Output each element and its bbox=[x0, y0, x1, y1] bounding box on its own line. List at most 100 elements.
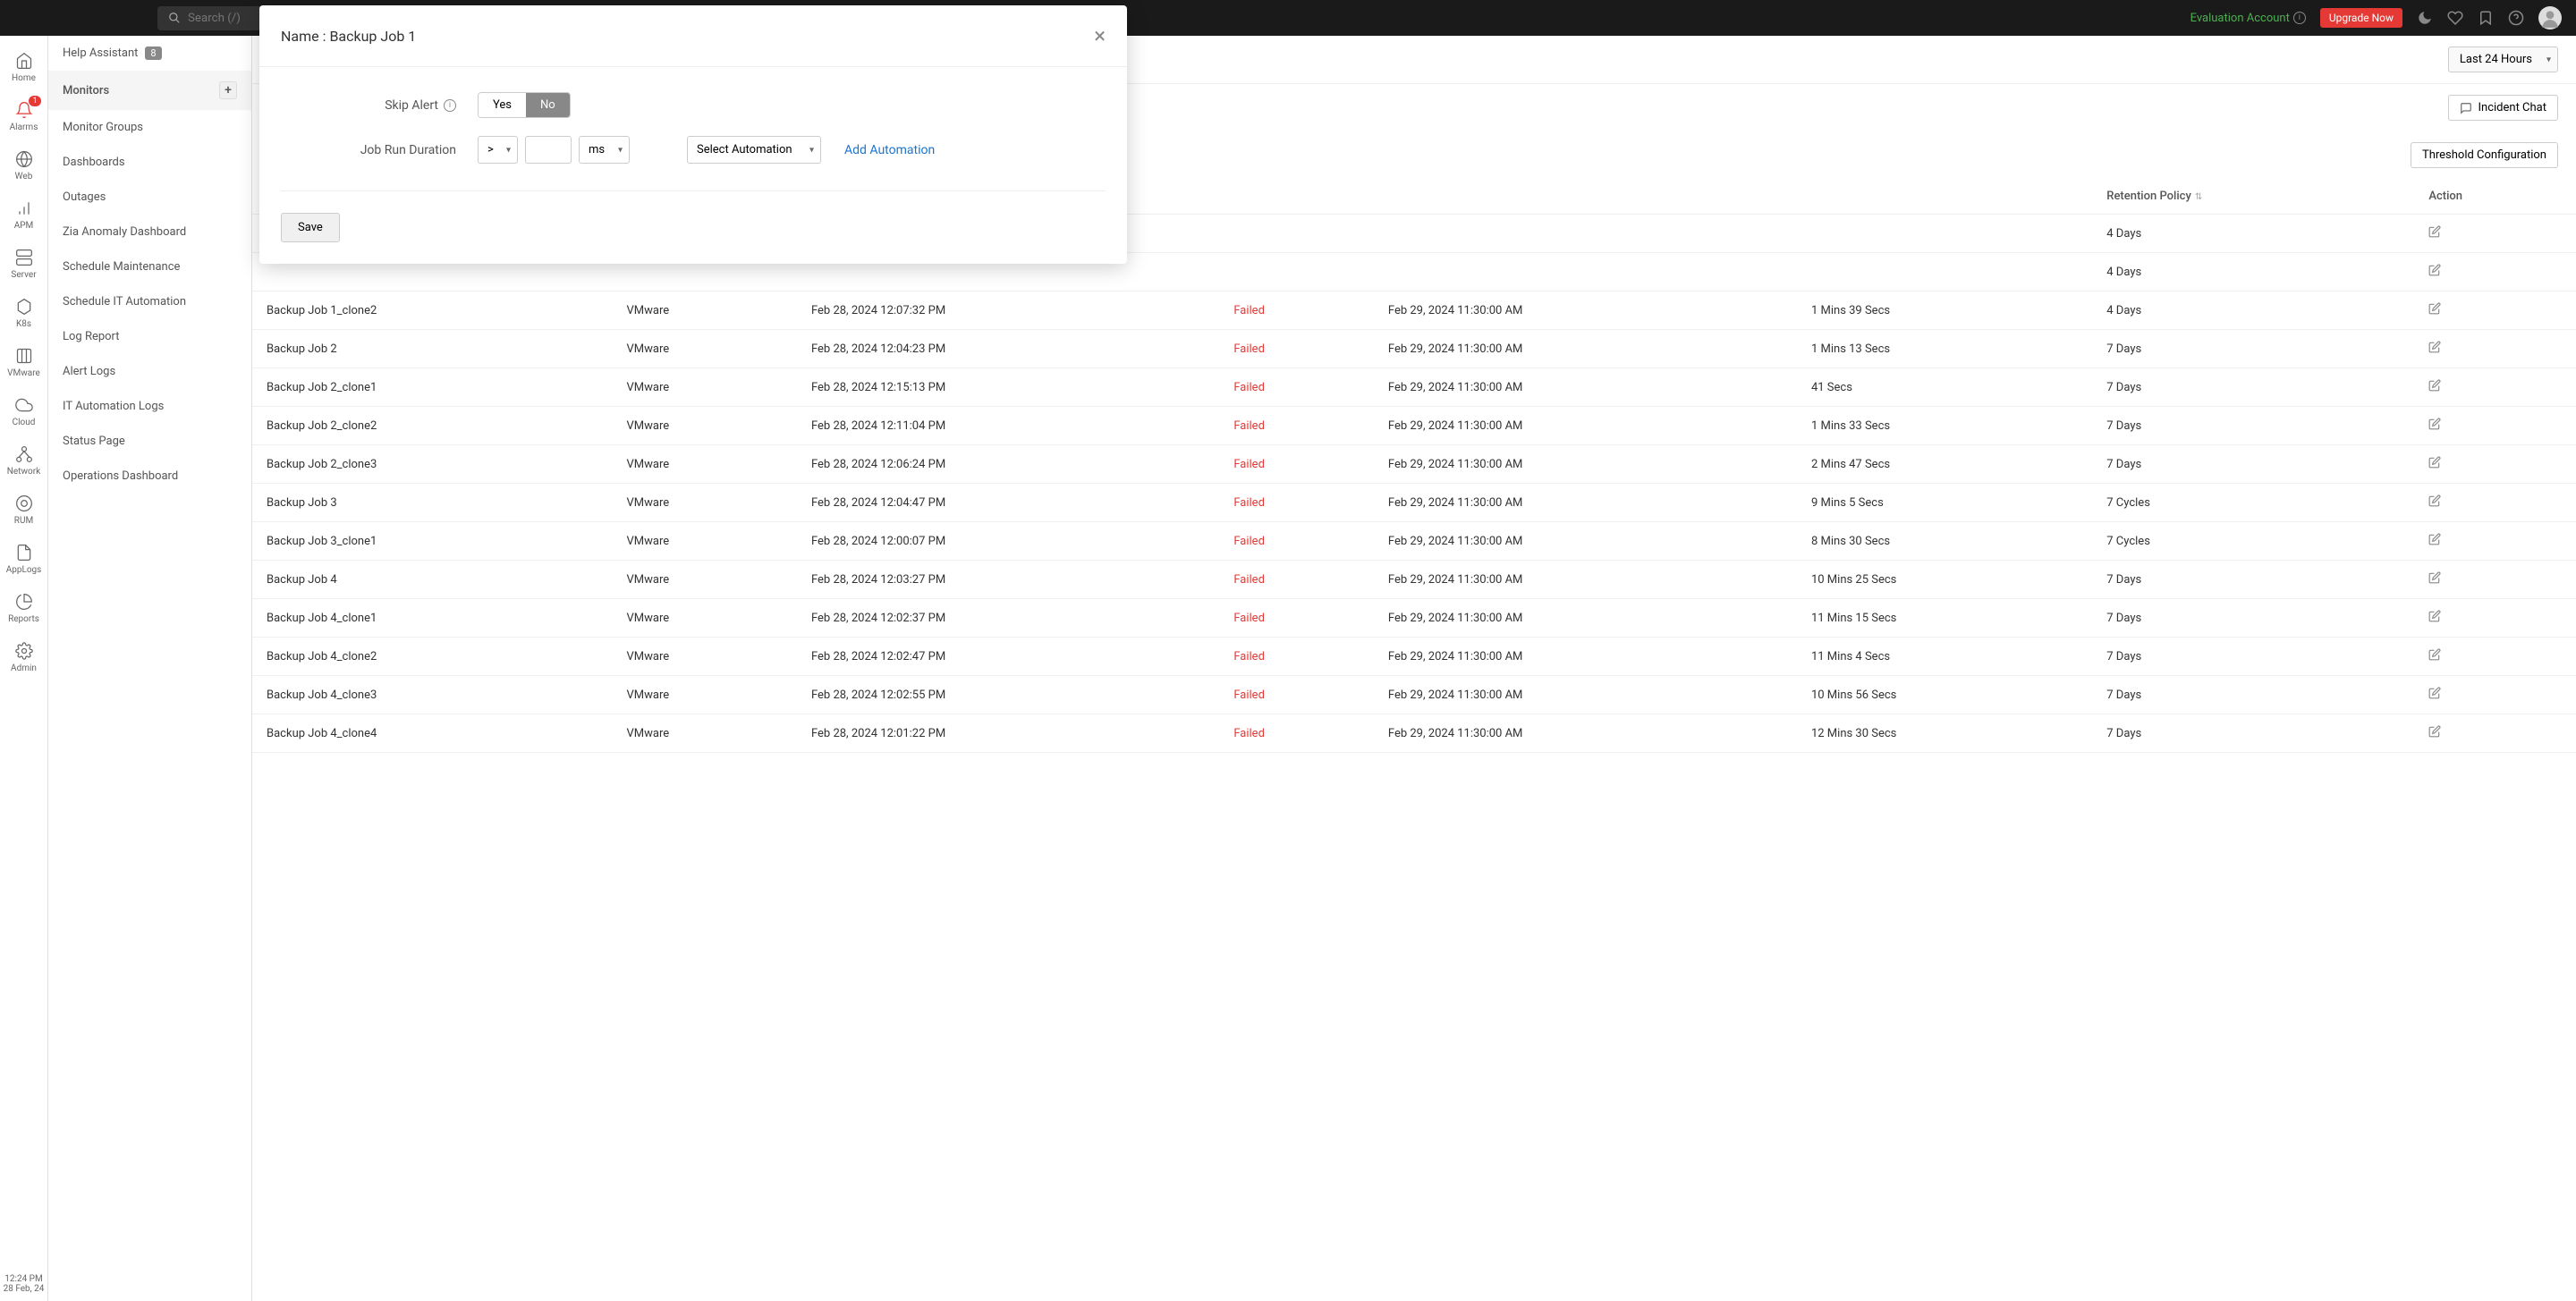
iconbar-home[interactable]: Home bbox=[0, 43, 48, 92]
modal-close-button[interactable]: × bbox=[1094, 23, 1106, 48]
info-icon[interactable]: i bbox=[2293, 12, 2306, 24]
sort-icon: ⇅ bbox=[2195, 192, 2202, 202]
cell-action[interactable] bbox=[2414, 291, 2576, 330]
iconbar-vmware[interactable]: VMware bbox=[0, 338, 48, 387]
globe-icon bbox=[15, 150, 33, 168]
table-row[interactable]: Backup Job 4_clone4 VMware Feb 28, 2024 … bbox=[252, 714, 2576, 753]
cell-status: Failed bbox=[1219, 368, 1374, 407]
add-automation-link[interactable]: Add Automation bbox=[844, 143, 935, 157]
save-button[interactable]: Save bbox=[281, 213, 340, 242]
help-assistant[interactable]: Help Assistant 8 bbox=[48, 36, 251, 71]
chat-icon bbox=[2460, 102, 2472, 114]
upgrade-button[interactable]: Upgrade Now bbox=[2320, 8, 2402, 28]
vmware-icon bbox=[15, 347, 33, 365]
cell-retention: 7 Cycles bbox=[2092, 522, 2414, 561]
iconbar-rum[interactable]: RUM bbox=[0, 486, 48, 535]
cell-start: Feb 28, 2024 12:01:22 PM bbox=[797, 714, 1219, 753]
add-monitor-button[interactable]: + bbox=[219, 81, 237, 99]
table-row[interactable]: Backup Job 2_clone3 VMware Feb 28, 2024 … bbox=[252, 445, 2576, 484]
iconbar-alarms[interactable]: 1 Alarms bbox=[0, 92, 48, 141]
sidebar-item-schedule-automation[interactable]: Schedule IT Automation bbox=[48, 284, 251, 319]
skip-alert-toggle[interactable]: Yes No bbox=[478, 92, 571, 118]
cell-action[interactable] bbox=[2414, 561, 2576, 599]
col-duration[interactable] bbox=[1797, 179, 2092, 215]
iconbar-applogs[interactable]: AppLogs bbox=[0, 535, 48, 584]
cell-duration: 11 Mins 4 Secs bbox=[1797, 638, 2092, 676]
sidebar-item-outages[interactable]: Outages bbox=[48, 180, 251, 215]
iconbar-admin[interactable]: Admin bbox=[0, 633, 48, 682]
iconbar-reports[interactable]: Reports bbox=[0, 584, 48, 633]
table-row[interactable]: Backup Job 3 VMware Feb 28, 2024 12:04:4… bbox=[252, 484, 2576, 522]
iconbar-k8s[interactable]: K8s bbox=[0, 289, 48, 338]
toggle-yes[interactable]: Yes bbox=[479, 93, 526, 117]
sidebar-item-status-page[interactable]: Status Page bbox=[48, 424, 251, 459]
cell-action[interactable] bbox=[2414, 676, 2576, 714]
iconbar-network[interactable]: Network bbox=[0, 436, 48, 486]
table-row[interactable]: Backup Job 2 VMware Feb 28, 2024 12:04:2… bbox=[252, 330, 2576, 368]
cell-action[interactable] bbox=[2414, 714, 2576, 753]
cell-action[interactable] bbox=[2414, 599, 2576, 638]
cell-status: Failed bbox=[1219, 561, 1374, 599]
cell-action[interactable] bbox=[2414, 484, 2576, 522]
cell-start: Feb 28, 2024 12:04:47 PM bbox=[797, 484, 1219, 522]
sidebar-item-alert-logs[interactable]: Alert Logs bbox=[48, 354, 251, 389]
cell-retention: 7 Days bbox=[2092, 330, 2414, 368]
server-icon bbox=[15, 249, 33, 266]
table-row[interactable]: Backup Job 4_clone2 VMware Feb 28, 2024 … bbox=[252, 638, 2576, 676]
col-next[interactable] bbox=[1374, 179, 1797, 215]
sidebar-item-dashboards[interactable]: Dashboards bbox=[48, 145, 251, 180]
incident-chat-button[interactable]: Incident Chat bbox=[2448, 95, 2558, 121]
table-row[interactable]: Backup Job 1_clone2 VMware Feb 28, 2024 … bbox=[252, 291, 2576, 330]
sidebar-item-operations-dashboard[interactable]: Operations Dashboard bbox=[48, 459, 251, 494]
cell-next: Feb 29, 2024 11:30:00 AM bbox=[1374, 368, 1797, 407]
cell-status bbox=[1219, 253, 1374, 291]
cell-duration bbox=[1797, 253, 2092, 291]
sidebar-item-schedule-maintenance[interactable]: Schedule Maintenance bbox=[48, 249, 251, 284]
iconbar-apm[interactable]: APM bbox=[0, 190, 48, 240]
cell-action[interactable] bbox=[2414, 407, 2576, 445]
sidebar-item-monitors[interactable]: Monitors + bbox=[48, 71, 251, 110]
table-row[interactable]: Backup Job 4_clone1 VMware Feb 28, 2024 … bbox=[252, 599, 2576, 638]
cell-name: Backup Job 4_clone1 bbox=[252, 599, 613, 638]
help-icon[interactable] bbox=[2508, 10, 2524, 26]
table-row[interactable]: Backup Job 4_clone3 VMware Feb 28, 2024 … bbox=[252, 676, 2576, 714]
cell-start: Feb 28, 2024 12:15:13 PM bbox=[797, 368, 1219, 407]
cell-action[interactable] bbox=[2414, 368, 2576, 407]
bookmark-icon[interactable] bbox=[2478, 10, 2494, 26]
avatar-icon[interactable] bbox=[2538, 6, 2562, 30]
sidebar-item-monitor-groups[interactable]: Monitor Groups bbox=[48, 110, 251, 145]
cell-type: VMware bbox=[613, 368, 797, 407]
cell-action[interactable] bbox=[2414, 445, 2576, 484]
table-row[interactable]: Backup Job 2_clone2 VMware Feb 28, 2024 … bbox=[252, 407, 2576, 445]
col-retention[interactable]: Retention Policy⇅ bbox=[2092, 179, 2414, 215]
operator-select[interactable]: > bbox=[478, 136, 518, 164]
duration-input[interactable] bbox=[525, 136, 572, 164]
moon-icon[interactable] bbox=[2417, 10, 2433, 26]
iconbar-cloud[interactable]: Cloud bbox=[0, 387, 48, 436]
cell-start: Feb 28, 2024 12:02:55 PM bbox=[797, 676, 1219, 714]
sidebar: Help Assistant 8 Monitors + Monitor Grou… bbox=[48, 36, 252, 1301]
info-icon[interactable]: i bbox=[444, 99, 456, 112]
table-row[interactable]: Backup Job 4 VMware Feb 28, 2024 12:03:2… bbox=[252, 561, 2576, 599]
cell-action[interactable] bbox=[2414, 215, 2576, 253]
cell-action[interactable] bbox=[2414, 522, 2576, 561]
unit-select[interactable]: ms bbox=[579, 136, 630, 164]
time-range-selector[interactable]: Last 24 Hours bbox=[2448, 46, 2558, 72]
sidebar-item-zia[interactable]: Zia Anomaly Dashboard bbox=[48, 215, 251, 249]
heart-icon[interactable] bbox=[2447, 10, 2463, 26]
cell-next: Feb 29, 2024 11:30:00 AM bbox=[1374, 599, 1797, 638]
threshold-config-button[interactable]: Threshold Configuration bbox=[2411, 142, 2558, 168]
cell-action[interactable] bbox=[2414, 253, 2576, 291]
table-row[interactable]: Backup Job 2_clone1 VMware Feb 28, 2024 … bbox=[252, 368, 2576, 407]
cell-action[interactable] bbox=[2414, 638, 2576, 676]
cell-duration: 8 Mins 30 Secs bbox=[1797, 522, 2092, 561]
iconbar-web[interactable]: Web bbox=[0, 141, 48, 190]
sidebar-item-it-automation-logs[interactable]: IT Automation Logs bbox=[48, 389, 251, 424]
toggle-no[interactable]: No bbox=[526, 93, 570, 117]
table-row[interactable]: Backup Job 3_clone1 VMware Feb 28, 2024 … bbox=[252, 522, 2576, 561]
sidebar-item-log-report[interactable]: Log Report bbox=[48, 319, 251, 354]
cell-action[interactable] bbox=[2414, 330, 2576, 368]
col-status[interactable] bbox=[1219, 179, 1374, 215]
automation-select[interactable]: Select Automation bbox=[687, 136, 821, 164]
iconbar-server[interactable]: Server bbox=[0, 240, 48, 289]
